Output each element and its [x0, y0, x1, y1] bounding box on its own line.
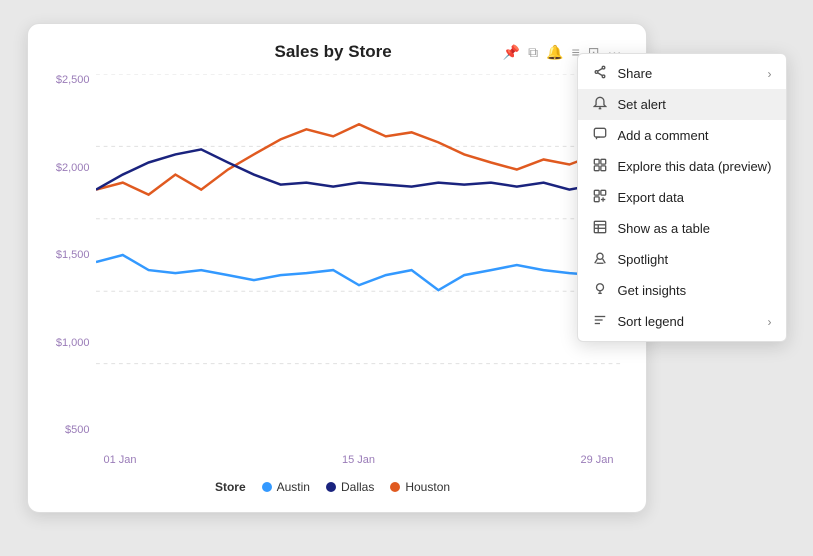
export-data-icon: [592, 189, 608, 206]
y-label-1500: $1,500: [56, 249, 90, 261]
context-menu: Share › Set alert: [577, 53, 787, 342]
x-label-29jan: 29 Jan: [580, 454, 613, 466]
chart-area: [96, 74, 622, 436]
y-label-1000: $1,000: [56, 337, 90, 349]
houston-label: Houston: [405, 480, 450, 494]
menu-item-get-insights[interactable]: Get insights: [578, 275, 786, 306]
menu-item-insights-left: Get insights: [592, 282, 687, 299]
show-table-icon: [592, 220, 608, 237]
y-label-500: $500: [65, 424, 89, 436]
menu-item-set-alert[interactable]: Set alert: [578, 89, 786, 120]
share-arrow: ›: [768, 67, 772, 81]
x-axis: 01 Jan 15 Jan 29 Jan: [96, 454, 622, 466]
houston-dot: [390, 482, 400, 492]
outer-container: Sales by Store 📌 ⧉ 🔔 ≡ ⊡ ··· $2,500 $2,0…: [27, 23, 787, 533]
menu-label-set-alert: Set alert: [618, 97, 666, 112]
legend-houston: Houston: [390, 480, 450, 494]
menu-label-add-comment: Add a comment: [618, 128, 709, 143]
dallas-line: [96, 149, 622, 189]
menu-label-share: Share: [618, 66, 653, 81]
chart-header: Sales by Store 📌 ⧉ 🔔 ≡ ⊡ ···: [44, 42, 622, 62]
menu-item-alert-left: Set alert: [592, 96, 666, 113]
chart-title: Sales by Store: [164, 42, 503, 62]
y-label-2000: $2,000: [56, 162, 90, 174]
chart-body: $2,500 $2,000 $1,500 $1,000 $500: [44, 74, 622, 476]
share-icon: [592, 65, 608, 82]
menu-label-show-table: Show as a table: [618, 221, 711, 236]
chart-card: Sales by Store 📌 ⧉ 🔔 ≡ ⊡ ··· $2,500 $2,0…: [27, 23, 647, 513]
menu-item-export-left: Export data: [592, 189, 685, 206]
dallas-label: Dallas: [341, 480, 374, 494]
menu-label-export-data: Export data: [618, 190, 685, 205]
menu-item-explore-data[interactable]: Explore this data (preview): [578, 151, 786, 182]
austin-label: Austin: [277, 480, 310, 494]
austin-line: [96, 255, 622, 290]
menu-item-share-left: Share: [592, 65, 653, 82]
dallas-dot: [326, 482, 336, 492]
menu-item-spotlight-left: Spotlight: [592, 251, 669, 268]
legend-austin: Austin: [262, 480, 310, 494]
explore-data-icon: [592, 158, 608, 175]
sort-legend-icon: [592, 313, 608, 330]
menu-item-comment-left: Add a comment: [592, 127, 709, 144]
menu-item-add-comment[interactable]: Add a comment: [578, 120, 786, 151]
menu-label-spotlight: Spotlight: [618, 252, 669, 267]
austin-dot: [262, 482, 272, 492]
chart-legend: Store Austin Dallas Houston: [44, 480, 622, 494]
alert-icon[interactable]: 🔔: [546, 44, 563, 61]
menu-item-sort-legend[interactable]: Sort legend ›: [578, 306, 786, 337]
menu-label-sort-legend: Sort legend: [618, 314, 685, 329]
chart-svg: [96, 74, 622, 436]
menu-label-get-insights: Get insights: [618, 283, 687, 298]
y-axis: $2,500 $2,000 $1,500 $1,000 $500: [44, 74, 96, 436]
menu-item-sort-left: Sort legend: [592, 313, 685, 330]
copy-icon[interactable]: ⧉: [528, 44, 538, 61]
menu-item-spotlight[interactable]: Spotlight: [578, 244, 786, 275]
menu-item-export-data[interactable]: Export data: [578, 182, 786, 213]
menu-label-explore-data: Explore this data (preview): [618, 159, 772, 174]
menu-item-table-left: Show as a table: [592, 220, 711, 237]
x-label-01jan: 01 Jan: [104, 454, 137, 466]
houston-line: [96, 124, 622, 194]
legend-dallas: Dallas: [326, 480, 374, 494]
y-label-2500: $2,500: [56, 74, 90, 86]
get-insights-icon: [592, 282, 608, 299]
legend-store-label: Store: [215, 480, 246, 494]
menu-item-share[interactable]: Share ›: [578, 58, 786, 89]
menu-item-show-table[interactable]: Show as a table: [578, 213, 786, 244]
spotlight-icon: [592, 251, 608, 268]
set-alert-icon: [592, 96, 608, 113]
add-comment-icon: [592, 127, 608, 144]
menu-item-explore-left: Explore this data (preview): [592, 158, 772, 175]
pin-icon[interactable]: 📌: [503, 44, 520, 61]
sort-legend-arrow: ›: [768, 315, 772, 329]
x-label-15jan: 15 Jan: [342, 454, 375, 466]
